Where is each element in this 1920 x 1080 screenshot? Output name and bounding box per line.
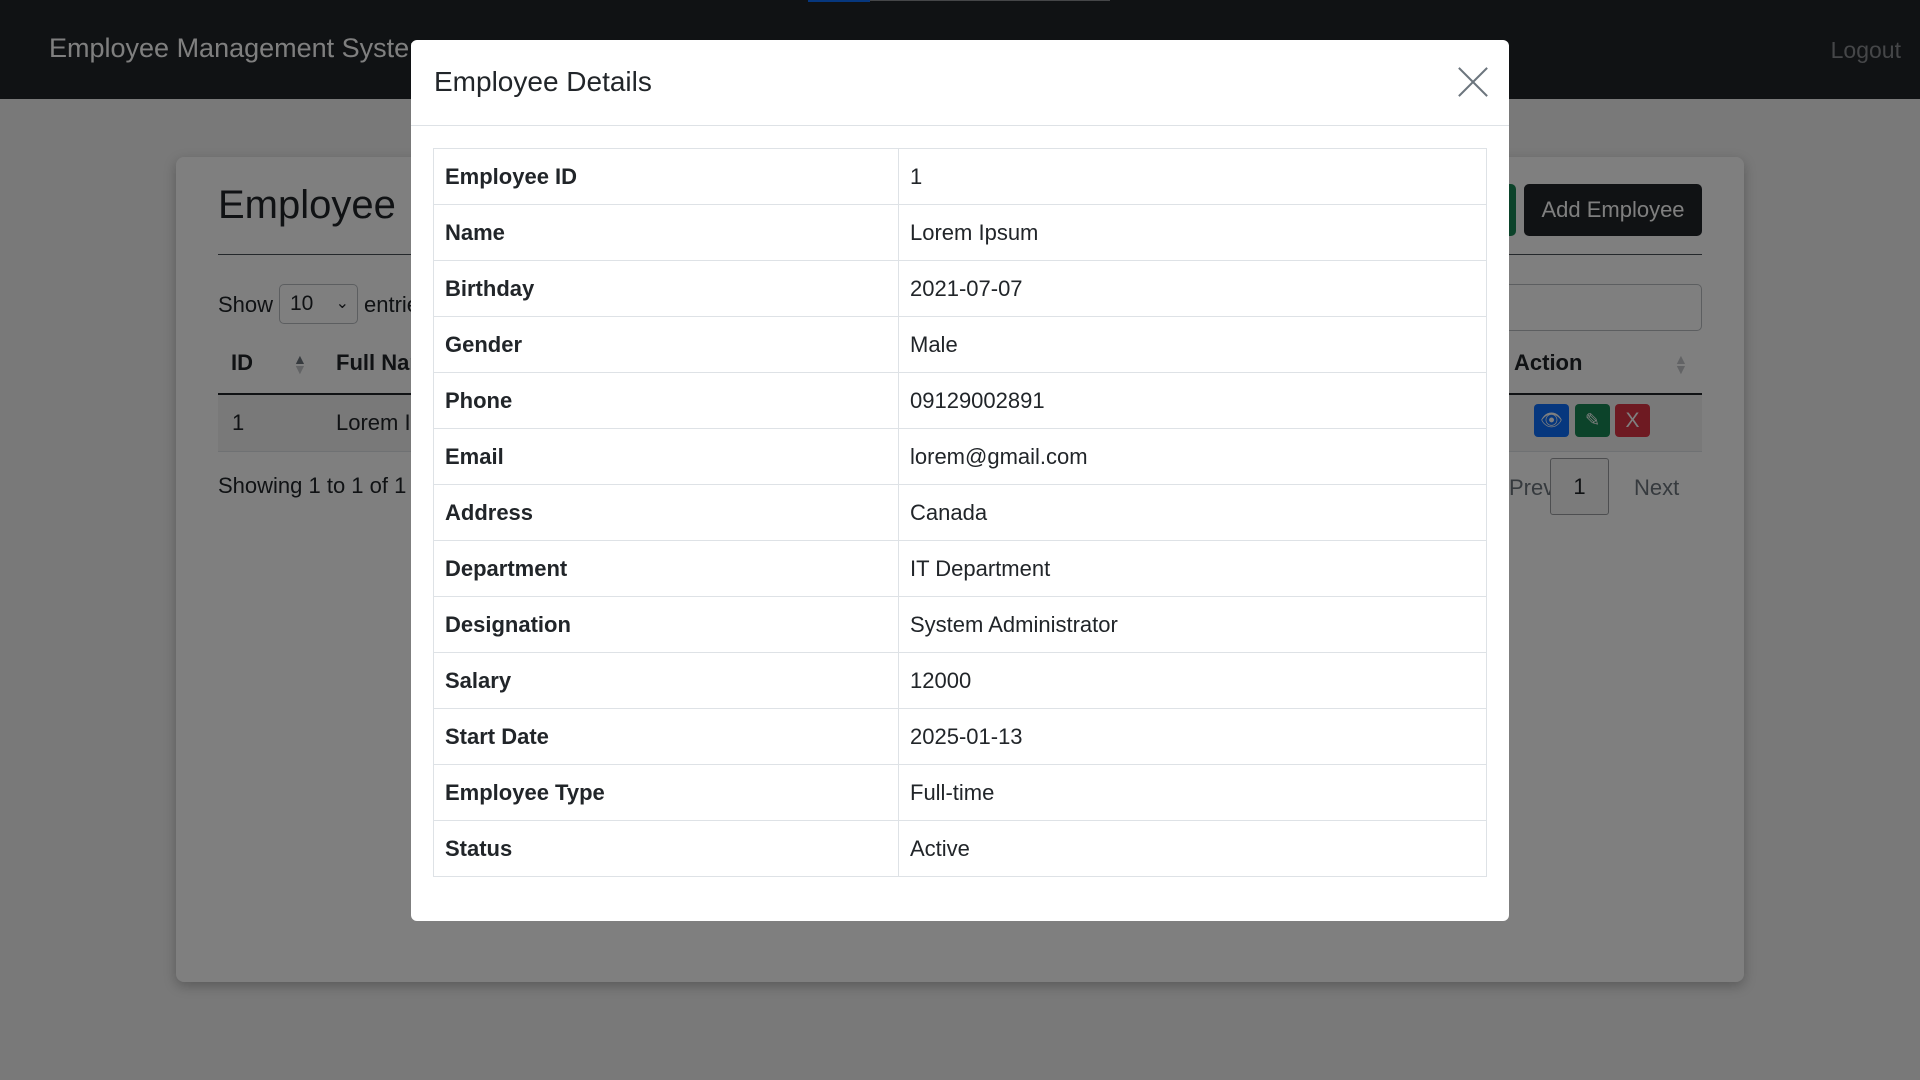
detail-label: Address: [433, 484, 899, 541]
close-icon[interactable]: [1458, 67, 1488, 97]
detail-label: Name: [433, 204, 899, 261]
modal-header: Employee Details: [411, 40, 1509, 126]
details-table-body: Employee ID 1 Name Lorem Ipsum Birthday 2021-…: [433, 148, 1487, 877]
employee-details-modal: Employee Details Employee ID 1 Name Lorem I…: [411, 40, 1509, 921]
detail-label: Birthday: [433, 260, 899, 317]
detail-label: Salary: [433, 652, 899, 709]
detail-value: Lorem Ipsum: [898, 204, 1487, 261]
detail-row: Phone 09129002891: [433, 372, 1487, 429]
detail-row: Email lorem@gmail.com: [433, 428, 1487, 485]
detail-value: System Administrator: [898, 596, 1487, 653]
detail-value: 2025-01-13: [898, 708, 1487, 765]
detail-value: IT Department: [898, 540, 1487, 597]
detail-label: Employee ID: [433, 148, 899, 205]
detail-row: Department IT Department: [433, 540, 1487, 597]
detail-value: Male: [898, 316, 1487, 373]
detail-label: Status: [433, 820, 899, 877]
detail-value: Full-time: [898, 764, 1487, 821]
detail-label: Phone: [433, 372, 899, 429]
detail-label: Email: [433, 428, 899, 485]
detail-value: lorem@gmail.com: [898, 428, 1487, 485]
detail-row: Designation System Administrator: [433, 596, 1487, 653]
detail-row: Employee ID 1: [433, 148, 1487, 205]
detail-row: Employee Type Full-time: [433, 764, 1487, 821]
detail-value: 09129002891: [898, 372, 1487, 429]
detail-row: Status Active: [433, 820, 1487, 877]
detail-label: Employee Type: [433, 764, 899, 821]
detail-row: Name Lorem Ipsum: [433, 204, 1487, 261]
detail-label: Start Date: [433, 708, 899, 765]
detail-value: 1: [898, 148, 1487, 205]
detail-value: Canada: [898, 484, 1487, 541]
detail-label: Gender: [433, 316, 899, 373]
detail-row: Address Canada: [433, 484, 1487, 541]
detail-value: 2021-07-07: [898, 260, 1487, 317]
detail-label: Department: [433, 540, 899, 597]
detail-label: Designation: [433, 596, 899, 653]
modal-title: Employee Details: [434, 66, 652, 97]
detail-value: Active: [898, 820, 1487, 877]
detail-row: Gender Male: [433, 316, 1487, 373]
detail-value: 12000: [898, 652, 1487, 709]
detail-row: Birthday 2021-07-07: [433, 260, 1487, 317]
detail-row: Salary 12000: [433, 652, 1487, 709]
details-table: Employee ID 1 Name Lorem Ipsum Birthday 2021-…: [433, 148, 1487, 877]
detail-row: Start Date 2025-01-13: [433, 708, 1487, 765]
